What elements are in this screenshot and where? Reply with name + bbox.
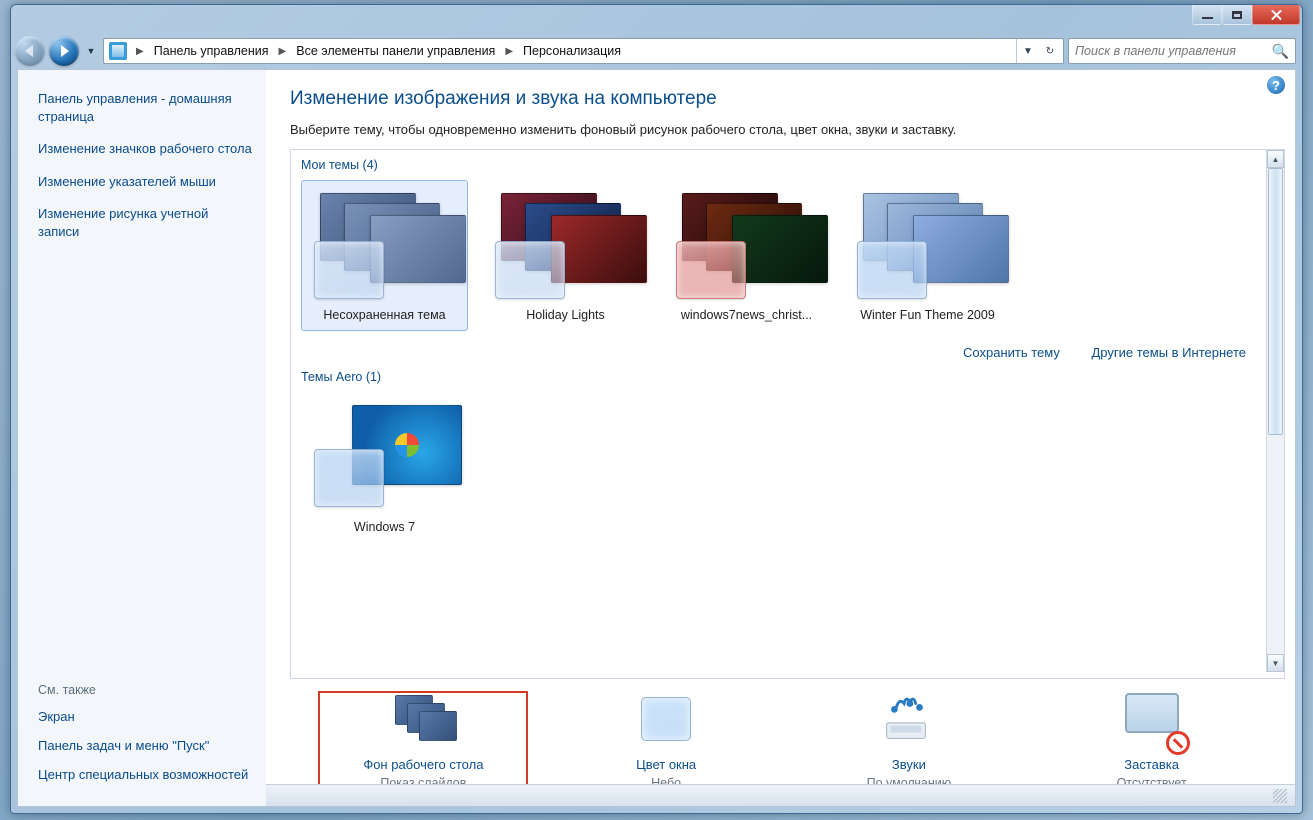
sidebar-link-mouse-pointers[interactable]: Изменение указателей мыши [38, 173, 252, 191]
disabled-icon [1166, 731, 1190, 755]
theme-item[interactable]: Несохраненная тема [301, 180, 468, 331]
search-input[interactable]: Поиск в панели управления 🔍 [1068, 38, 1296, 64]
theme-item[interactable]: windows7news_christ... [663, 180, 830, 331]
titlebar [11, 5, 1302, 33]
breadcrumb-sep-icon: ▶ [499, 46, 519, 57]
breadcrumb-part[interactable]: Персонализация [519, 44, 625, 58]
page-title: Изменение изображения и звука на компьют… [290, 88, 1285, 110]
sounds-title[interactable]: Звуки [892, 757, 926, 772]
sidebar: Панель управления - домашняя страница Из… [18, 70, 266, 806]
sidebar-link-account-picture[interactable]: Изменение рисунка учетной записи [38, 205, 252, 241]
search-icon[interactable]: 🔍 [1272, 43, 1289, 60]
nav-back-button[interactable] [15, 36, 45, 66]
theme-name: Несохраненная тема [323, 308, 445, 324]
resize-grip-icon[interactable] [1273, 789, 1287, 803]
breadcrumb-part[interactable]: Все элементы панели управления [292, 44, 499, 58]
statusbar [266, 784, 1295, 806]
desktop-background-item[interactable]: Фон рабочего стола Показ слайдов [318, 691, 528, 794]
breadcrumb-part[interactable]: Панель управления [150, 44, 273, 58]
theme-name: Holiday Lights [526, 308, 605, 324]
control-panel-icon [109, 42, 127, 60]
vertical-scrollbar[interactable]: ▲ ▼ [1266, 150, 1284, 672]
scroll-down-button[interactable]: ▼ [1267, 654, 1284, 672]
screensaver-item[interactable]: Заставка Отсутствует [1047, 693, 1257, 794]
scroll-thumb[interactable] [1268, 168, 1283, 435]
content-area: Панель управления - домашняя страница Из… [17, 69, 1296, 807]
close-button[interactable] [1252, 5, 1300, 25]
breadcrumb-sep-icon: ▶ [273, 46, 293, 57]
theme-item[interactable]: Winter Fun Theme 2009 [844, 180, 1011, 331]
wallpaper-icon [391, 693, 455, 749]
save-theme-link[interactable]: Сохранить тему [963, 345, 1060, 360]
sounds-item[interactable]: Звуки По умолчанию [804, 693, 1014, 794]
address-dropdown-button[interactable]: ▼ [1017, 39, 1039, 63]
desktop-background-title[interactable]: Фон рабочего стола [363, 757, 483, 772]
online-themes-link[interactable]: Другие темы в Интернете [1092, 345, 1247, 360]
window-color-icon [634, 693, 698, 749]
my-themes-row: Несохраненная тема Holiday Lights [299, 180, 1258, 331]
personalization-window: ▼ ▶ Панель управления ▶ Все элементы пан… [10, 4, 1303, 814]
main-panel: ? Изменение изображения и звука на компь… [266, 70, 1295, 806]
maximize-button[interactable] [1222, 5, 1252, 25]
scroll-track[interactable] [1267, 168, 1284, 654]
see-also-ease-of-access[interactable]: Центр специальных возможностей [38, 767, 252, 782]
scroll-up-button[interactable]: ▲ [1267, 150, 1284, 168]
breadcrumb-sep-icon: ▶ [130, 46, 150, 57]
minimize-button[interactable] [1192, 5, 1222, 25]
screensaver-icon [1120, 693, 1184, 749]
search-placeholder: Поиск в панели управления [1075, 44, 1236, 58]
page-subtitle: Выберите тему, чтобы одновременно измени… [290, 122, 1285, 137]
bottom-settings-row: Фон рабочего стола Показ слайдов Цвет ок… [290, 679, 1285, 800]
theme-item[interactable]: Holiday Lights [482, 180, 649, 331]
see-also-taskbar[interactable]: Панель задач и меню "Пуск" [38, 738, 252, 753]
nav-toolbar: ▼ ▶ Панель управления ▶ Все элементы пан… [11, 33, 1302, 69]
nav-history-dropdown[interactable]: ▼ [83, 46, 99, 56]
theme-item[interactable]: Windows 7 [301, 392, 468, 543]
theme-name: windows7news_christ... [681, 308, 812, 324]
section-aero-label: Темы Aero (1) [299, 366, 1258, 392]
window-color-title[interactable]: Цвет окна [636, 757, 696, 772]
address-refresh-button[interactable]: ↻ [1039, 39, 1061, 63]
nav-forward-button[interactable] [49, 36, 79, 66]
aero-themes-row: Windows 7 [299, 392, 1258, 543]
see-also-display[interactable]: Экран [38, 709, 252, 724]
screensaver-title[interactable]: Заставка [1124, 757, 1179, 772]
theme-action-links: Сохранить тему Другие темы в Интернете [299, 331, 1258, 366]
see-also-label: См. также [38, 683, 252, 697]
sidebar-home-link[interactable]: Панель управления - домашняя страница [38, 90, 252, 126]
sounds-icon [877, 693, 941, 749]
window-color-item[interactable]: Цвет окна Небо [561, 693, 771, 794]
sidebar-link-desktop-icons[interactable]: Изменение значков рабочего стола [38, 140, 252, 158]
theme-name: Windows 7 [354, 520, 415, 536]
theme-name: Winter Fun Theme 2009 [860, 308, 995, 324]
section-my-themes-label: Мои темы (4) [299, 154, 1258, 180]
address-bar[interactable]: ▶ Панель управления ▶ Все элементы панел… [103, 38, 1064, 64]
help-icon[interactable]: ? [1267, 76, 1285, 94]
themes-scrollframe: Мои темы (4) Несохраненная тема [290, 149, 1285, 679]
